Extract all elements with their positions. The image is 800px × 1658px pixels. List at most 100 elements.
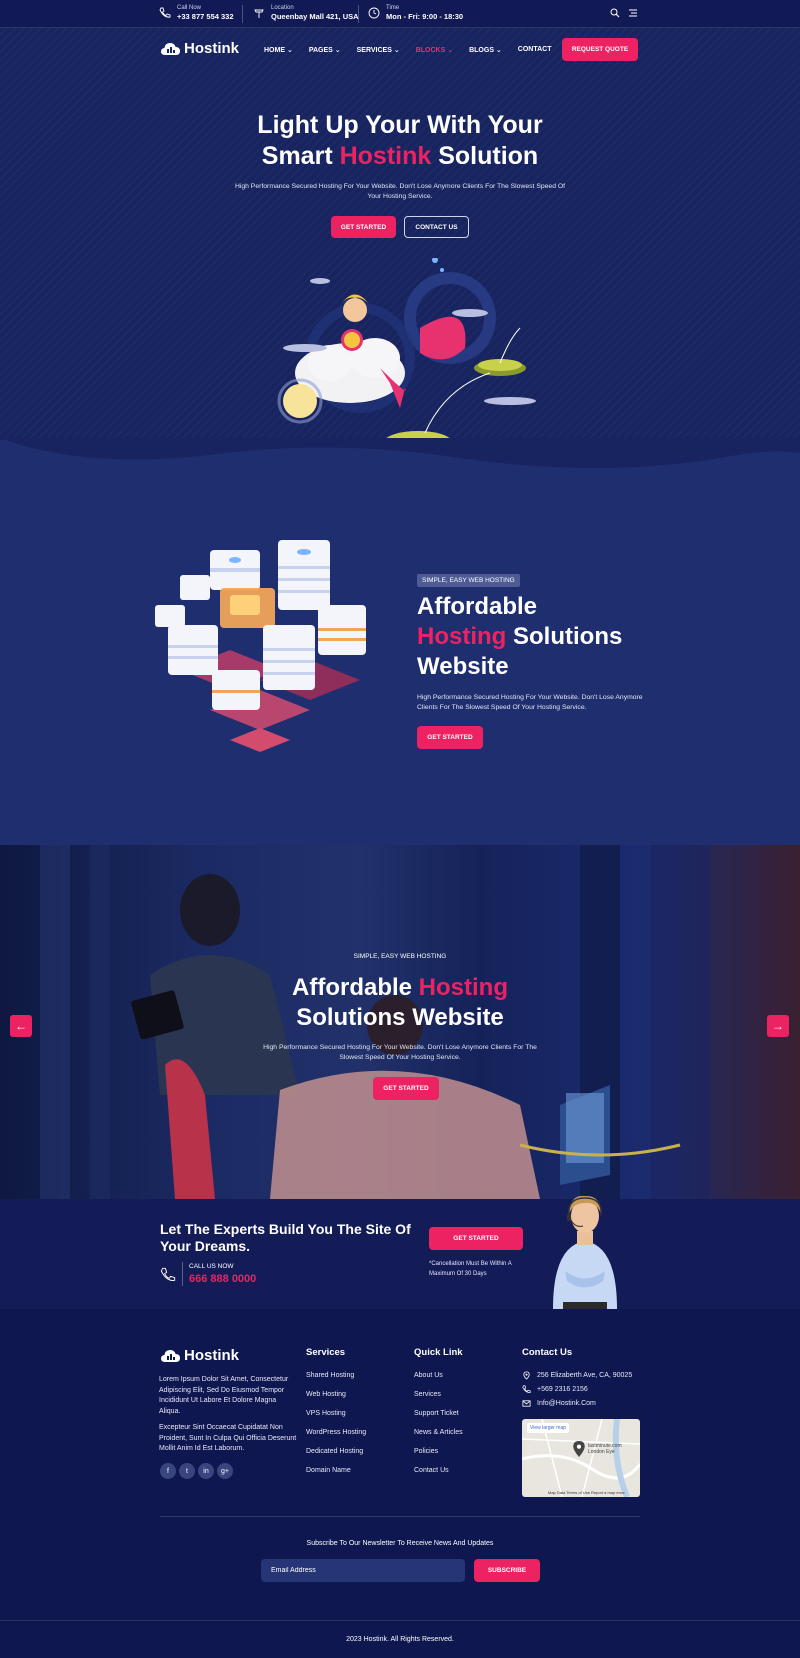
divider: [160, 1516, 640, 1517]
location-value: Queenbay Mall 421, USA: [271, 12, 359, 21]
slider-badge: SIMPLE, EASY WEB HOSTING: [353, 953, 447, 960]
cta-get-started-button[interactable]: GET STARTED: [429, 1227, 523, 1250]
feature-title-highlight: Hosting: [417, 623, 507, 650]
search-icon[interactable]: [610, 8, 620, 18]
hero-title-line2: Smart Hostink Solution: [0, 141, 800, 172]
brand-name: Hostink: [184, 40, 240, 57]
contact-phone[interactable]: +569 2316 2156: [522, 1385, 588, 1394]
slider-next-arrow-icon[interactable]: →: [767, 1015, 789, 1037]
cta-title: Let The Experts Build You The Site Of Yo…: [160, 1221, 411, 1254]
hero-title-text: Smart: [261, 142, 340, 170]
nav-home[interactable]: HOME ⌄: [264, 46, 293, 54]
footer-link-services[interactable]: Services: [414, 1391, 441, 1398]
menu-icon[interactable]: [628, 8, 638, 18]
hero-contact-button[interactable]: CONTACT US: [404, 216, 469, 238]
nav-contact[interactable]: CONTACT: [518, 46, 552, 54]
slider-title-highlight: Hosting: [418, 974, 508, 1001]
copyright: 2023 Hostink. All Rights Reserved.: [346, 1636, 454, 1643]
footer-link-dedicated-hosting[interactable]: Dedicated Hosting: [306, 1448, 363, 1455]
linkedin-icon[interactable]: in: [198, 1463, 214, 1479]
slider-title-text: Affordable: [292, 974, 419, 1001]
call-value: +33 877 554 332: [177, 12, 234, 21]
top-bar: Call Now +33 877 554 332 Location Queenb…: [0, 0, 800, 28]
wave-divider: [0, 438, 800, 468]
slider-subtitle: High Performance Secured Hosting For You…: [263, 1044, 537, 1061]
hero-title-highlight: Hostink: [339, 142, 432, 170]
phone-icon: [160, 1267, 176, 1281]
nav-menu: HOME ⌄ PAGES ⌄ SERVICES ⌄ BLOCKS ⌄ BLOGS…: [264, 46, 552, 54]
phone-icon: [159, 7, 171, 18]
location-map[interactable]: View larger map lastminute.com London Ey…: [522, 1419, 640, 1497]
footer-link-vps-hosting[interactable]: VPS Hosting: [306, 1410, 346, 1417]
time-value: Mon - Fri: 9:00 - 18:30: [386, 12, 464, 21]
footer-link-policies[interactable]: Policies: [414, 1448, 438, 1455]
feature-title: Affordable Hosting Solutions Website: [417, 592, 622, 682]
cta-call-label: CALL US NOW: [189, 1263, 234, 1270]
map-larger-link[interactable]: View larger map: [527, 1423, 570, 1433]
nav-label: HOME: [264, 47, 285, 54]
subscribe-button[interactable]: SUBSCRIBE: [474, 1559, 540, 1582]
superhero-illustration: [277, 258, 536, 459]
footer-about-1: Lorem Ipsum Dolor Sit Amet, Consectetur …: [159, 1376, 289, 1415]
footer-logo[interactable]: Hostink: [160, 1347, 239, 1364]
nav-blogs[interactable]: BLOGS ⌄: [469, 46, 502, 54]
footer-link-contact[interactable]: Contact Us: [414, 1467, 449, 1474]
main-navigation: Hostink HOME ⌄ PAGES ⌄ SERVICES ⌄ BLOCKS…: [0, 28, 800, 72]
contact-address-text: 256 Elizaberth Ave, CA, 90025: [537, 1372, 633, 1379]
services-heading: Services: [306, 1347, 346, 1358]
contact-email[interactable]: Info@Hostink.Com: [522, 1399, 596, 1408]
footer-link-support[interactable]: Support Ticket: [414, 1410, 459, 1417]
request-quote-button[interactable]: REQUEST QUOTE: [562, 38, 638, 61]
divider: [242, 5, 243, 23]
clock-icon: [368, 7, 380, 19]
newsletter-text: Subscribe To Our Newsletter To Receive N…: [306, 1540, 494, 1547]
footer-link-about[interactable]: About Us: [414, 1372, 443, 1379]
cta-note: *Cancellation Must Be Within A Maximum O…: [429, 1261, 512, 1277]
contact-heading: Contact Us: [522, 1347, 573, 1358]
feature-section: [0, 438, 800, 845]
footer-link-web-hosting[interactable]: Web Hosting: [306, 1391, 346, 1398]
nav-label: PAGES: [308, 47, 333, 54]
slider-prev-arrow-icon[interactable]: ←: [10, 1015, 32, 1037]
divider: [358, 5, 359, 23]
hero-title: Light Up Your With Your Smart Hostink So…: [0, 110, 800, 172]
call-label: Call Now: [177, 5, 202, 11]
contact-email-text: Info@Hostink.Com: [537, 1400, 596, 1407]
footer-link-domain-name[interactable]: Domain Name: [306, 1467, 351, 1474]
slider-title-line1: Affordable Hosting: [0, 973, 800, 1003]
facebook-icon[interactable]: f: [160, 1463, 176, 1479]
server-stack-illustration: [155, 540, 366, 752]
contact-phone-text: +569 2316 2156: [537, 1386, 588, 1393]
nav-blocks[interactable]: BLOCKS ⌄: [416, 46, 453, 54]
slider-get-started-button[interactable]: GET STARTED: [373, 1077, 439, 1100]
divider: [0, 1620, 800, 1621]
twitter-icon[interactable]: t: [179, 1463, 195, 1479]
cloud-logo-icon: [161, 1349, 180, 1362]
nav-label: BLOGS: [469, 47, 494, 54]
hero-title-text: Solution: [431, 142, 539, 170]
divider: [182, 1262, 183, 1286]
hero-get-started-button[interactable]: GET STARTED: [331, 216, 396, 238]
feature-subtitle: High Performance Secured Hosting For You…: [417, 694, 643, 711]
nav-services[interactable]: SERVICES ⌄: [357, 46, 400, 54]
call-info[interactable]: Call Now +33 877 554 332: [159, 4, 234, 22]
feature-badge: SIMPLE, EASY WEB HOSTING: [417, 574, 520, 587]
location-sign-icon: [254, 9, 264, 18]
support-agent-image: [553, 1195, 617, 1309]
nav-label: BLOCKS: [415, 47, 446, 54]
hero-title-line1: Light Up Your With Your: [257, 111, 543, 139]
footer-link-wordpress-hosting[interactable]: WordPress Hosting: [306, 1429, 366, 1436]
cta-phone[interactable]: 666 888 0000: [189, 1273, 256, 1285]
footer-link-news[interactable]: News & Articles: [414, 1429, 463, 1436]
hero-subtitle: High Performance Secured Hosting For You…: [234, 183, 566, 200]
feature-get-started-button[interactable]: GET STARTED: [417, 726, 483, 749]
cloud-logo-icon: [161, 42, 180, 55]
logo[interactable]: Hostink: [160, 40, 239, 57]
slider-title: Affordable Hosting Solutions Website: [0, 973, 800, 1033]
google-plus-icon[interactable]: g+: [217, 1463, 233, 1479]
newsletter-email-input[interactable]: [261, 1559, 465, 1582]
footer-link-shared-hosting[interactable]: Shared Hosting: [306, 1372, 354, 1379]
nav-pages[interactable]: PAGES ⌄: [309, 46, 341, 54]
footer-about-2: Excepteur Sint Occaecat Cupidatat Non Pr…: [159, 1424, 297, 1452]
map-footer: Map Data Terms of Use Report a map error: [548, 1490, 625, 1495]
